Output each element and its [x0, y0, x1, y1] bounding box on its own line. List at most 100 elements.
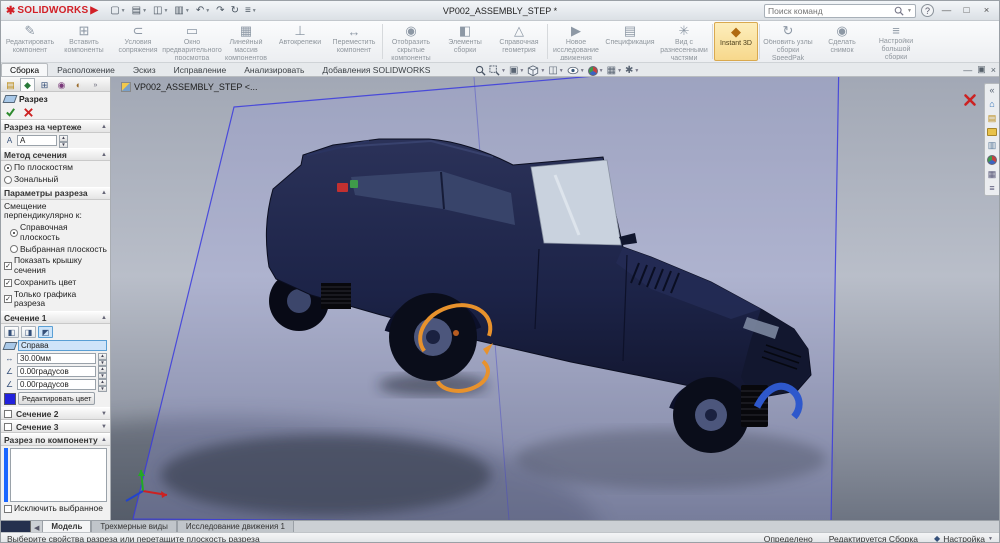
minimize-window-icon[interactable]: —: [939, 5, 954, 16]
x-rotation-stepper[interactable]: ▲▼: [98, 366, 107, 377]
cancel-button[interactable]: [23, 107, 34, 118]
radio-reference-plane[interactable]: [10, 229, 18, 237]
redo-button[interactable]: ↷: [214, 3, 226, 18]
tab-evaluate[interactable]: Анализировать: [235, 63, 313, 76]
document-restore-icon[interactable]: ▣: [977, 64, 986, 75]
ribbon-button-show-hidden-components[interactable]: ◉Отобразить скрытые компоненты: [384, 22, 438, 61]
appearances-icon[interactable]: [987, 155, 997, 165]
ribbon-button-update-speedpak[interactable]: ↻Обновить узлы сборки SpeedPak: [761, 22, 815, 61]
rebuild-button[interactable]: ↻: [229, 3, 241, 18]
plane-front-button[interactable]: ◧: [4, 326, 19, 338]
x-rotation-field[interactable]: 0.00градусов: [17, 366, 96, 377]
propertymanager-tab[interactable]: ◆: [20, 78, 35, 91]
displaymanager-tab[interactable]: ◐: [71, 78, 86, 91]
breadcrumb[interactable]: VP002_ASSEMBLY_STEP <...: [121, 82, 258, 92]
edit-color-button[interactable]: Редактировать цвет: [18, 392, 95, 405]
tab-solidworks-addins[interactable]: Добавления SOLIDWORKS: [313, 63, 439, 76]
section-header-section2[interactable]: Сечение 2▼: [1, 407, 110, 420]
offset-distance-field[interactable]: 30.00мм: [17, 353, 96, 364]
checkbox-section3[interactable]: [4, 423, 12, 431]
section-header-by-component[interactable]: Разрез по компоненту▲: [1, 433, 110, 446]
model-tab[interactable]: Модель: [42, 520, 91, 532]
plane-top-button[interactable]: ◨: [21, 326, 36, 338]
maximize-window-icon[interactable]: □: [959, 5, 974, 16]
configuration-selector[interactable]: ◆ Настройка ▼: [934, 534, 993, 543]
y-rotation-stepper[interactable]: ▲▼: [98, 379, 107, 390]
ok-button[interactable]: [5, 107, 16, 118]
y-rotation-field[interactable]: 0.00градусов: [17, 379, 96, 390]
section-header-section3[interactable]: Сечение 3▼: [1, 420, 110, 433]
radio-planar[interactable]: [4, 164, 12, 172]
ribbon-button-reference-geometry[interactable]: △Справочная геометрия: [492, 22, 546, 61]
ribbon-button-edit-component[interactable]: ✎Редактировать компонент: [3, 22, 57, 61]
section-header-drawing-section[interactable]: Разрез на чертеже▲: [1, 120, 110, 133]
tab-repair[interactable]: Исправление: [165, 63, 236, 76]
search-scope-dropdown-icon[interactable]: ▼: [907, 8, 912, 14]
undo-button[interactable]: ↶▼: [194, 3, 212, 18]
ribbon-button-new-motion-study[interactable]: ▶Новое исследование движения: [549, 22, 603, 61]
ribbon-button-bill-of-materials[interactable]: ▤Спецификация: [603, 22, 657, 61]
tab-assembly[interactable]: Сборка: [1, 63, 48, 76]
save-button[interactable]: ◫▼: [151, 3, 170, 18]
zoom-fit-button[interactable]: [475, 65, 486, 76]
radio-zonal[interactable]: [4, 176, 12, 184]
document-minimize-icon[interactable]: —: [963, 65, 972, 75]
close-window-icon[interactable]: ×: [979, 5, 994, 16]
ribbon-button-component-preview-window[interactable]: ▭Окно предварительного просмотра компоне…: [165, 22, 219, 61]
checkbox-graphics-only[interactable]: [4, 295, 12, 303]
configurationmanager-tab[interactable]: ⊞: [37, 78, 52, 91]
view-orientation-button[interactable]: ▼: [527, 65, 545, 77]
section-label-stepper[interactable]: ▲▼: [59, 135, 68, 146]
design-library-icon[interactable]: ▤: [988, 114, 997, 123]
checkbox-exclude-selected[interactable]: [4, 505, 12, 513]
apply-scene-button[interactable]: ▦▼: [607, 65, 622, 76]
view-palette-icon[interactable]: ▥: [988, 141, 997, 150]
offset-distance-stepper[interactable]: ▲▼: [98, 353, 107, 364]
options-button[interactable]: ≡▼: [243, 3, 259, 18]
collapse-chevron-icon[interactable]: «: [989, 86, 994, 95]
section-header-options[interactable]: Параметры разреза▲: [1, 187, 110, 200]
section-header-section1[interactable]: Сечение 1▲: [1, 311, 110, 324]
open-document-button[interactable]: ▤▼: [130, 3, 149, 18]
tab-scroll-left-icon[interactable]: ◀: [31, 524, 42, 532]
zoom-area-button[interactable]: ▼: [489, 65, 506, 76]
checkbox-keep-color[interactable]: [4, 279, 12, 287]
hide-show-items-button[interactable]: ▼: [567, 66, 585, 75]
ribbon-button-linear-pattern[interactable]: ▦Линейный массив компонентов: [219, 22, 273, 61]
logo-arrow-icon[interactable]: ▶: [90, 5, 98, 16]
graphics-viewport[interactable]: VP002_ASSEMBLY_STEP <... « ⌂ ▤ ▥ ▦ ≡: [111, 77, 999, 520]
ribbon-button-take-snapshot[interactable]: ◉Сделать снимок: [815, 22, 869, 61]
search-input[interactable]: [768, 6, 891, 16]
ribbon-button-exploded-view[interactable]: ✳Вид с разнесенными частями: [657, 22, 711, 61]
tab-sketch[interactable]: Эскиз: [124, 63, 165, 76]
print-button[interactable]: ▥▼: [172, 3, 191, 18]
resources-icon[interactable]: ⌂: [989, 100, 994, 109]
edit-appearance-button[interactable]: ▼: [588, 66, 604, 76]
ribbon-button-assembly-features[interactable]: ◧Элементы сборки: [438, 22, 492, 61]
panel-tabs-overflow-icon[interactable]: »: [88, 78, 103, 91]
file-explorer-icon[interactable]: [987, 128, 997, 136]
confirmation-corner-cancel-icon[interactable]: [963, 93, 977, 107]
tab-layout[interactable]: Расположение: [48, 63, 124, 76]
section-label-field[interactable]: A: [17, 135, 57, 146]
new-document-button[interactable]: ▢▼: [108, 3, 127, 18]
ribbon-button-move-component[interactable]: ↔Переместить компонент: [327, 22, 381, 61]
ribbon-button-large-assembly-settings[interactable]: ≡Настройки большой сборки: [869, 22, 923, 61]
custom-properties-icon[interactable]: ≡: [989, 184, 994, 193]
component-selection-listbox[interactable]: [10, 448, 107, 502]
view-settings-button[interactable]: ✱▼: [625, 65, 639, 76]
display-style-button[interactable]: ◫▼: [548, 65, 563, 76]
command-search[interactable]: ▼: [764, 4, 916, 18]
scenes-icon[interactable]: ▦: [988, 170, 997, 179]
ribbon-button-instant-3d[interactable]: ◆Instant 3D: [714, 22, 758, 61]
radio-selected-plane[interactable]: [10, 245, 18, 253]
document-close-icon[interactable]: ×: [991, 65, 996, 75]
ribbon-button-mate[interactable]: ⊂Условия сопряжения: [111, 22, 165, 61]
ribbon-button-smart-fasteners[interactable]: ⊥Автокрепежи: [273, 22, 327, 61]
3d-views-tab[interactable]: Трехмерные виды: [91, 520, 177, 532]
plane-right-button[interactable]: ◩: [38, 326, 53, 338]
motion-study-tab[interactable]: Исследование движения 1: [177, 520, 294, 532]
checkbox-show-section-cap[interactable]: [4, 262, 12, 270]
section-color-swatch[interactable]: [4, 393, 16, 405]
section-view-button[interactable]: ▣▼: [509, 65, 524, 76]
